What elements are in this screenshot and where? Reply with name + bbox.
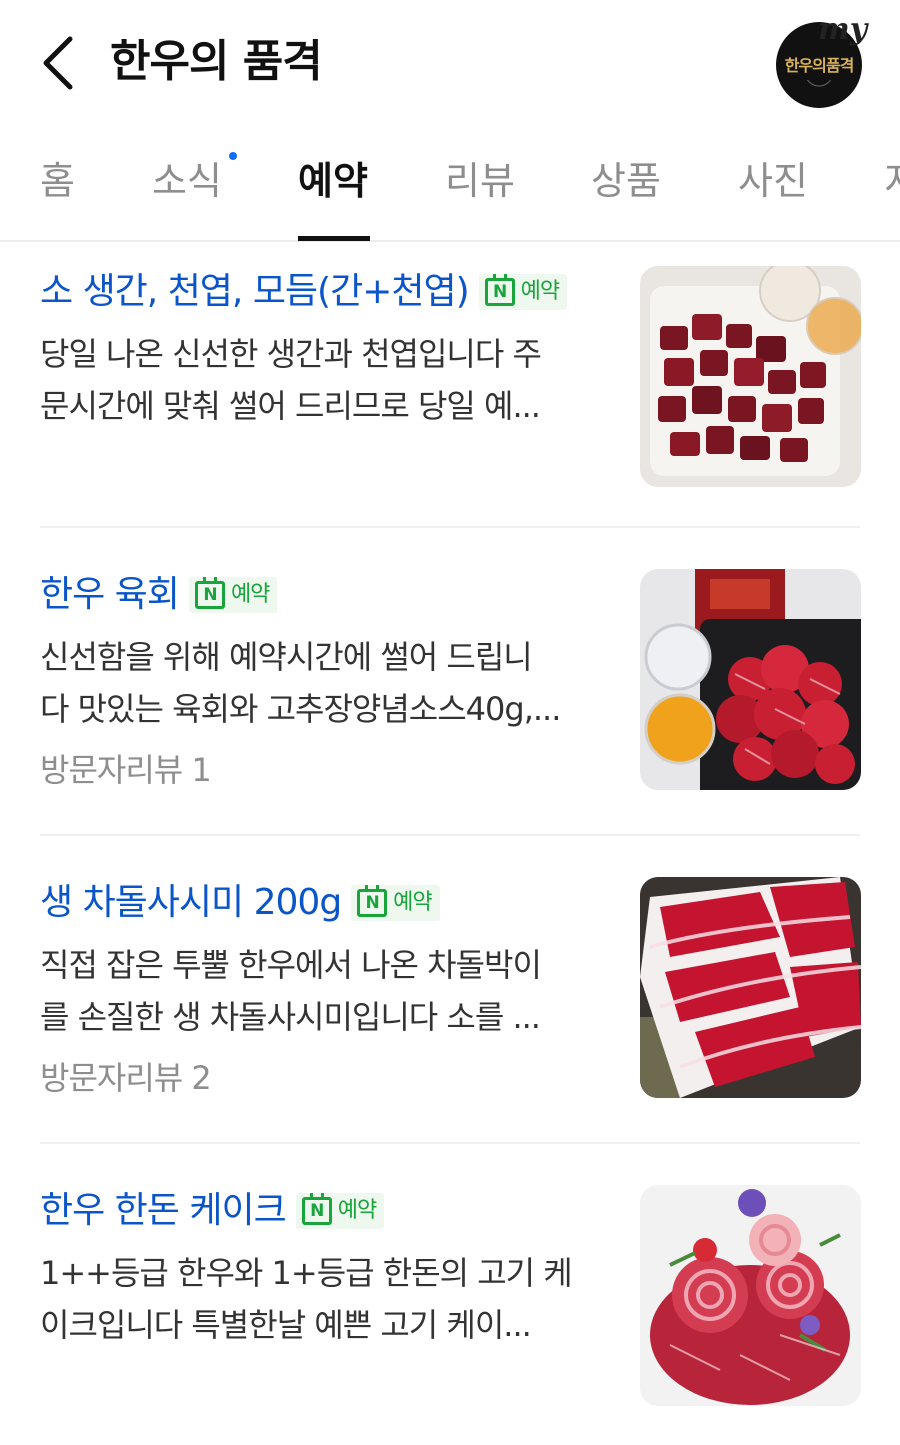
badge-label: 예약 (520, 279, 560, 304)
description-line: 직접 잡은 투뿔 한우에서 나온 차돌박이 (40, 946, 542, 984)
description-line: 당일 나온 신선한 생간과 천엽입니다 주 (40, 335, 542, 373)
item-description: 신선함을 위해 예약시간에 썰어 드립니 다 맛있는 육회와 고추장양념소스40… (40, 631, 605, 735)
description-line: 다 맛있는 육회와 고추장양념소스40g,... (40, 690, 561, 728)
list-item[interactable]: 한우 한돈 케이크 N 예약 1++등급 한우와 1+등급 한돈의 고기 케 이… (40, 1185, 861, 1445)
item-title-text: 한우 한돈 케이크 (40, 1190, 287, 1231)
item-title-text: 소 생간, 천엽, 모듬(간+천엽) (40, 271, 470, 312)
divider (40, 526, 860, 528)
divider (40, 1142, 860, 1144)
tab-photos[interactable]: 사진 (738, 153, 808, 209)
item-description: 1++등급 한우와 1+등급 한돈의 고기 케 이크입니다 특별한날 예쁜 고기… (40, 1247, 605, 1351)
naver-reservation-badge[interactable]: N 예약 (478, 274, 568, 310)
logo-name: 한우의품격 (784, 56, 855, 75)
list-item[interactable]: 한우 육회 N 예약 신선함을 위해 예약시간에 썰어 드립니 다 맛있는 육회… (40, 569, 861, 829)
active-tab-indicator (298, 236, 370, 241)
list-item[interactable]: 생 차돌사시미 200g N 예약 직접 잡은 투뿔 한우에서 나온 차돌박이 … (40, 877, 861, 1137)
description-line: 1++등급 한우와 1+등급 한돈의 고기 케 (40, 1254, 573, 1292)
visitor-review-count[interactable]: 방문자리뷰 1 (40, 744, 212, 796)
naver-reservation-badge[interactable]: N 예약 (188, 577, 278, 613)
naver-reservation-badge[interactable]: N 예약 (295, 1193, 385, 1229)
item-title-text: 한우 육회 (40, 574, 180, 615)
item-title[interactable]: 한우 한돈 케이크 N 예약 (40, 1185, 385, 1237)
item-description: 직접 잡은 투뿔 한우에서 나온 차돌박이 를 손질한 생 차돌사시미입니다 소… (40, 939, 605, 1043)
badge-label: 예약 (337, 1198, 377, 1223)
badge-label: 예약 (230, 582, 270, 607)
item-thumbnail-yukhoe[interactable] (640, 569, 861, 790)
new-indicator-dot (229, 152, 237, 160)
tab-reservation[interactable]: 예약 (298, 153, 368, 209)
description-line: 신선함을 위해 예약시간에 썰어 드립니 (40, 638, 533, 676)
item-title[interactable]: 생 차돌사시미 200g N 예약 (40, 877, 440, 929)
item-thumbnail-chadol[interactable] (640, 877, 861, 1098)
description-line: 문시간에 맞춰 썰어 드리므로 당일 예... (40, 387, 541, 425)
page-title: 한우의 품격 (110, 36, 323, 87)
badge-label: 예약 (393, 890, 432, 915)
chevron-left-icon (43, 36, 73, 90)
item-thumbnail-liver[interactable] (640, 266, 861, 487)
logo-my-text: my (818, 12, 868, 47)
description-line: 를 손질한 생 차돌사시미입니다 소를 ... (40, 998, 541, 1036)
item-thumbnail-meat-cake[interactable] (640, 1185, 861, 1406)
item-title[interactable]: 소 생간, 천엽, 모듬(간+천엽) N 예약 (40, 266, 568, 318)
item-title-text: 생 차돌사시미 200g (40, 882, 342, 923)
back-button[interactable] (30, 28, 86, 98)
tab-products[interactable]: 상품 (591, 153, 661, 209)
naver-reservation-badge[interactable]: N 예약 (351, 885, 440, 921)
tab-home[interactable]: 홈 (40, 153, 75, 209)
divider (40, 834, 860, 836)
logo-emblem (776, 57, 862, 102)
app-header: 한우의 품격 한우의품격 my (0, 0, 900, 125)
visitor-review-count[interactable]: 방문자리뷰 2 (40, 1052, 212, 1104)
list-item[interactable]: 소 생간, 천엽, 모듬(간+천엽) N 예약 당일 나온 신선한 생간과 천엽… (40, 266, 861, 526)
calendar-n-icon: N (357, 885, 388, 917)
tab-reviews[interactable]: 리뷰 (445, 153, 515, 209)
tab-bar: 홈 소식 예약 리뷰 상품 사진 지 (0, 125, 900, 242)
item-description: 당일 나온 신선한 생간과 천엽입니다 주 문시간에 맞춰 썰어 드리므로 당일… (40, 328, 605, 432)
item-title[interactable]: 한우 육회 N 예약 (40, 569, 278, 621)
tab-news[interactable]: 소식 (152, 153, 222, 209)
calendar-n-icon: N (194, 577, 225, 609)
tab-map[interactable]: 지 (884, 153, 900, 209)
calendar-n-icon: N (484, 274, 515, 306)
calendar-n-icon: N (301, 1193, 332, 1225)
description-line: 이크입니다 특별한날 예쁜 고기 케이... (40, 1306, 532, 1344)
